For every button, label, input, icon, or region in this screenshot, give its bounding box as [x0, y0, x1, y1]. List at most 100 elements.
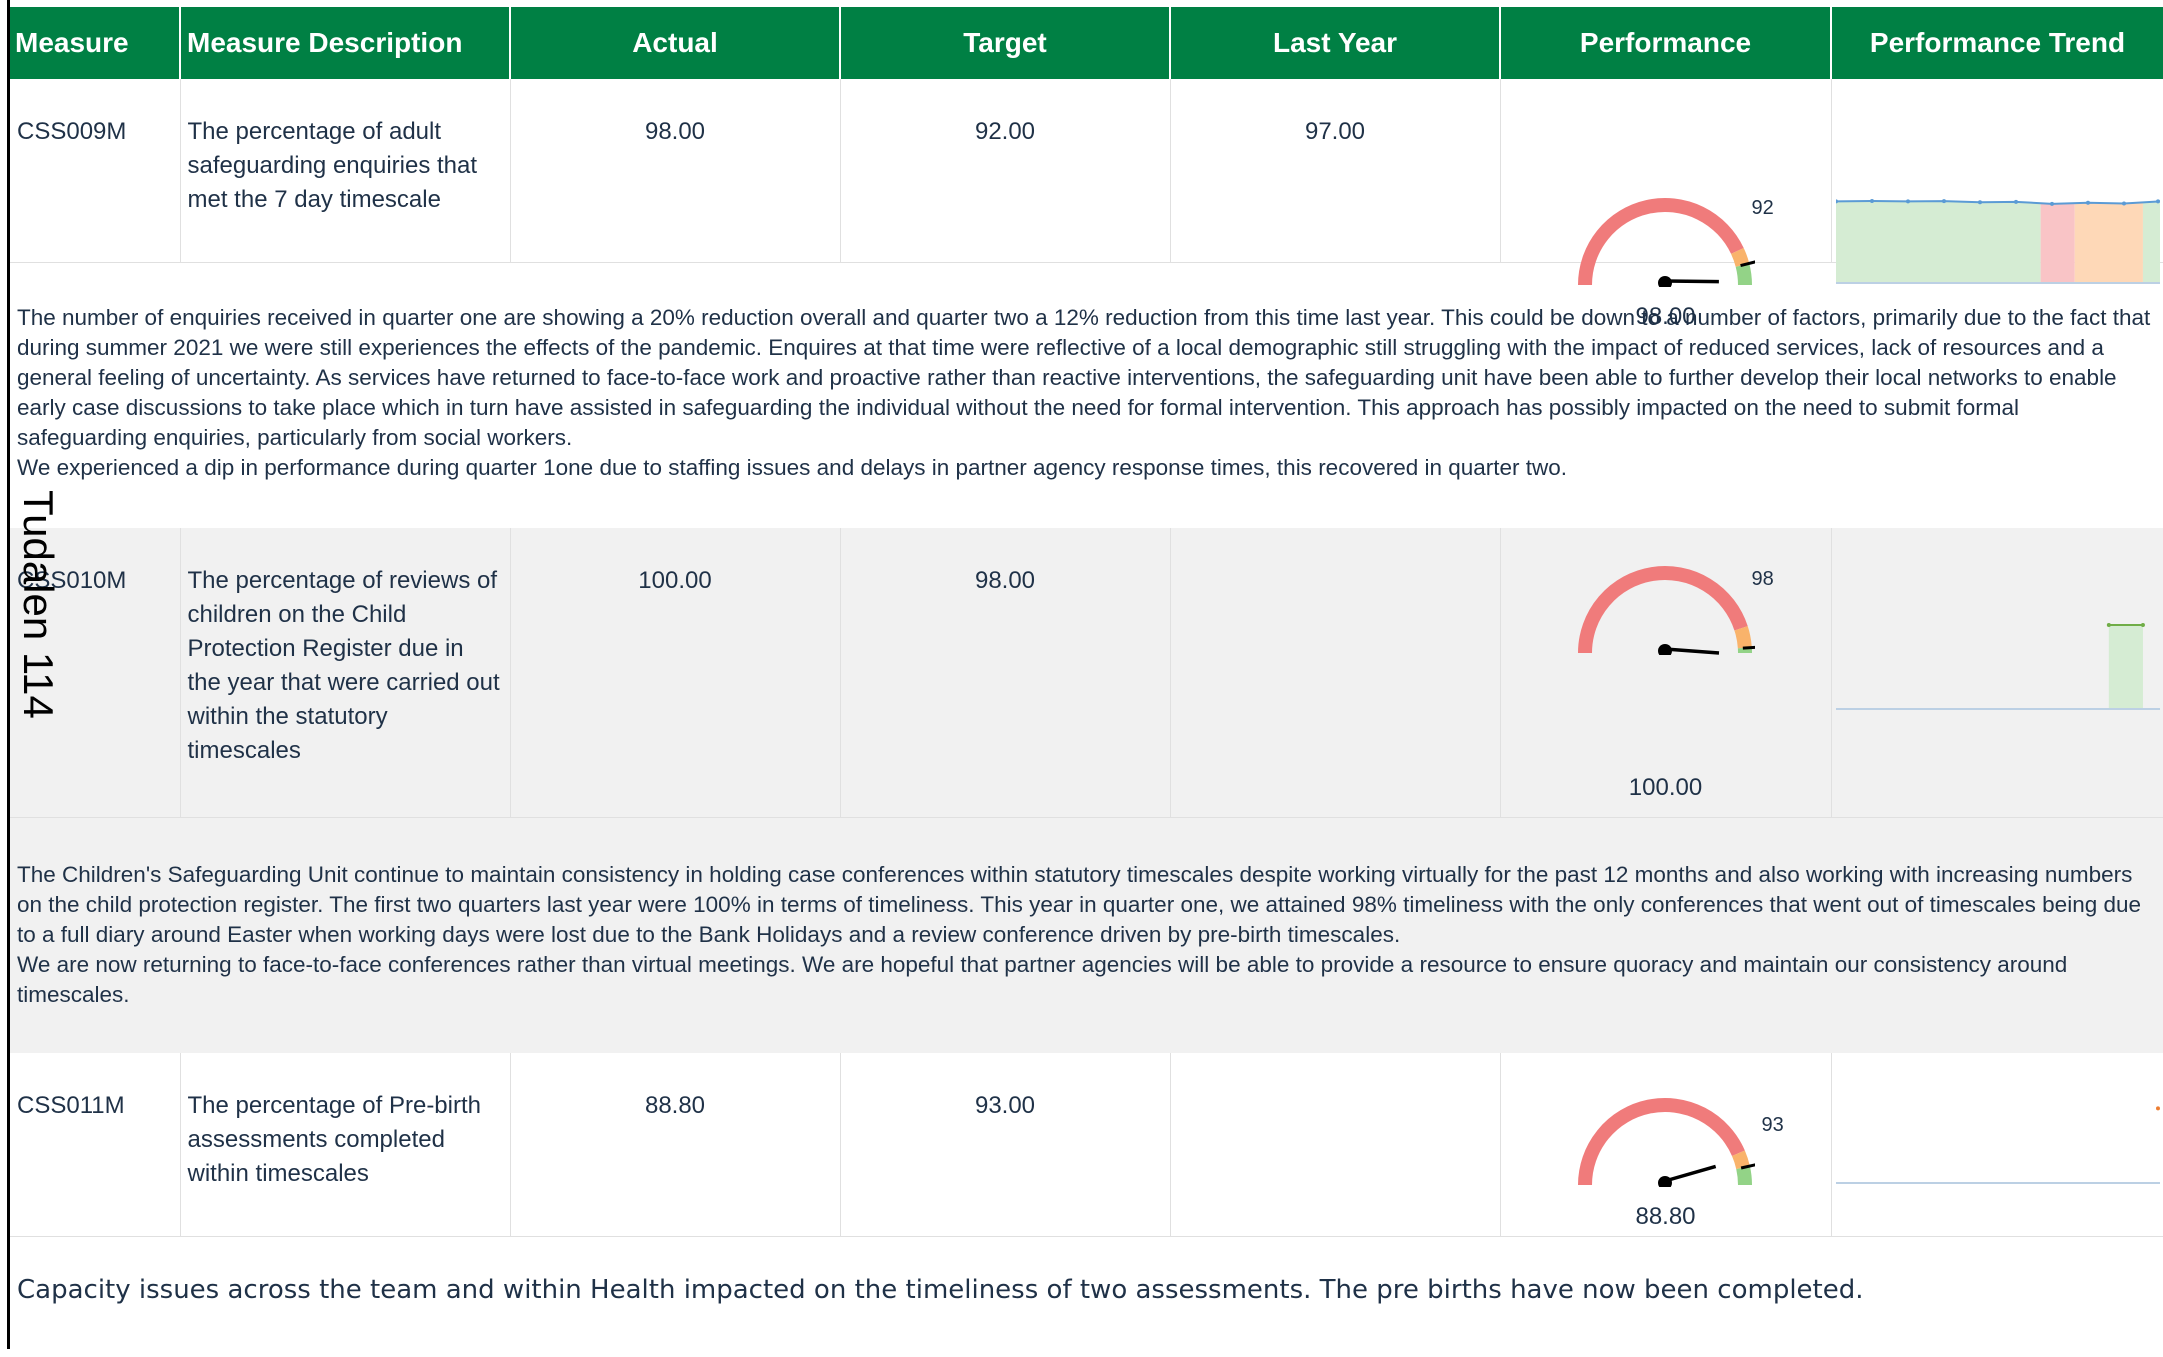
commentary-row: Capacity issues across the team and with…	[9, 1237, 2163, 1357]
gauge-needle	[1665, 649, 1719, 653]
actual-cell: 88.80	[510, 1053, 840, 1237]
gauge-value-label: 88.80	[1501, 1200, 1831, 1234]
trend-point	[1978, 200, 1982, 204]
last-year-cell	[1170, 528, 1500, 818]
trend-point	[2156, 1106, 2160, 1110]
header-trend: Performance Trend	[1831, 7, 2163, 79]
measure-row: CSS011M The percentage of Pre-birth asse…	[9, 1053, 2163, 1237]
commentary-cell: The Children's Safeguarding Unit continu…	[9, 818, 2163, 1054]
trend-point	[2156, 199, 2160, 203]
header-last-year: Last Year	[1170, 7, 1500, 79]
performance-gauge	[1575, 197, 1755, 287]
target-value: 93.00	[841, 1053, 1170, 1123]
measure-description-cell: The percentage of adult safeguarding enq…	[180, 79, 510, 263]
gauge-target-label: 92	[1752, 191, 1774, 225]
performance-gauge	[1575, 1097, 1755, 1187]
measure-description-cell: The percentage of reviews of children on…	[180, 528, 510, 818]
gauge-red-band	[1585, 205, 1737, 285]
trend-point	[2086, 201, 2090, 205]
actual-cell: 100.00	[510, 528, 840, 818]
last-year-cell: 97.00	[1170, 79, 1500, 263]
commentary-text: The Children's Safeguarding Unit continu…	[9, 818, 2163, 1010]
header-measure: Measure	[9, 7, 180, 79]
commentary-cell: The number of enquiries received in quar…	[9, 263, 2163, 529]
last-year-value	[1171, 1053, 1500, 1089]
trend-chart	[1836, 197, 2160, 287]
measure-code: CSS009M	[9, 79, 180, 149]
last-year-value	[1171, 528, 1500, 564]
measure-code: CSS011M	[9, 1053, 180, 1123]
gauge-needle-hub	[1658, 644, 1672, 655]
gauge-red-band	[1585, 1105, 1738, 1185]
gauge-target-label: 98	[1752, 562, 1774, 596]
gauge-value-label: 98.00	[1501, 300, 1831, 334]
trend-point	[2014, 200, 2018, 204]
target-value: 98.00	[841, 528, 1170, 598]
trend-cell	[1831, 79, 2163, 263]
target-value: 92.00	[841, 79, 1170, 149]
commentary-row: The number of enquiries received in quar…	[9, 263, 2163, 529]
target-cell: 92.00	[840, 79, 1170, 263]
trend-point	[2106, 623, 2110, 627]
measure-row: CSS009M The percentage of adult safeguar…	[9, 79, 2163, 263]
actual-value: 100.00	[511, 528, 840, 598]
commentary-paragraph: The Children's Safeguarding Unit continu…	[17, 860, 2155, 950]
measure-code-cell: CSS011M	[9, 1053, 180, 1237]
measure-description: The percentage of Pre-birth assessments …	[181, 1053, 510, 1191]
trend-cell	[1831, 528, 2163, 818]
measure-code-cell: CSS009M	[9, 79, 180, 263]
commentary-text: Capacity issues across the team and with…	[9, 1237, 2163, 1305]
performance-gauge	[1575, 565, 1755, 655]
commentary-paragraph: Capacity issues across the team and with…	[17, 1275, 2155, 1305]
trend-cell	[1831, 1053, 2163, 1237]
trend-point	[2140, 623, 2144, 627]
header-performance: Performance	[1500, 7, 1831, 79]
last-year-cell	[1170, 1053, 1500, 1237]
performance-table: Measure Measure Description Actual Targe…	[9, 7, 2163, 1357]
gauge-amber-band	[1738, 1153, 1743, 1167]
gauge-needle	[1665, 1166, 1716, 1181]
trend-area-segment	[2040, 203, 2074, 283]
measure-row: CSS010M The percentage of reviews of chi…	[9, 528, 2163, 818]
gauge-needle-hub	[1658, 276, 1672, 287]
measure-description-cell: The percentage of Pre-birth assessments …	[180, 1053, 510, 1237]
gauge-value-label: 100.00	[1501, 771, 1831, 805]
commentary-paragraph: We are now returning to face-to-face con…	[17, 950, 2155, 1010]
gauge-amber-band	[1741, 628, 1745, 648]
actual-value: 88.80	[511, 1053, 840, 1123]
commentary-paragraph: The number of enquiries received in quar…	[17, 303, 2155, 453]
commentary-text: The number of enquiries received in quar…	[9, 263, 2163, 483]
gauge-needle-hub	[1658, 1176, 1672, 1187]
measure-description: The percentage of reviews of children on…	[181, 528, 510, 768]
actual-cell: 98.00	[510, 79, 840, 263]
trend-area-segment	[2142, 201, 2159, 283]
trend-chart	[1836, 623, 2160, 713]
trend-point	[1870, 199, 1874, 203]
gauge-target-label: 93	[1762, 1108, 1784, 1142]
commentary-cell: Capacity issues across the team and with…	[9, 1237, 2163, 1357]
gauge-needle	[1665, 281, 1719, 282]
performance-cell: 93 88.80	[1500, 1053, 1831, 1237]
trend-point	[2122, 202, 2126, 206]
header-target: Target	[840, 7, 1170, 79]
gauge-red-band	[1585, 573, 1741, 653]
gauge-target-tick	[1742, 647, 1754, 648]
trend-point	[2050, 202, 2054, 206]
commentary-paragraph: We experienced a dip in performance duri…	[17, 453, 2155, 483]
header-actual: Actual	[510, 7, 840, 79]
actual-value: 98.00	[511, 79, 840, 149]
performance-cell: 98 100.00	[1500, 528, 1831, 818]
commentary-row: The Children's Safeguarding Unit continu…	[9, 818, 2163, 1054]
trend-area-segment	[2108, 625, 2142, 709]
left-border	[7, 0, 10, 1349]
header-row: Measure Measure Description Actual Targe…	[9, 7, 2163, 79]
target-cell: 93.00	[840, 1053, 1170, 1237]
trend-area-segment	[1836, 201, 2041, 283]
page-watermark: Tudalen 114	[14, 490, 62, 719]
gauge-amber-band	[1737, 251, 1742, 265]
measure-description: The percentage of adult safeguarding enq…	[181, 79, 510, 217]
last-year-value: 97.00	[1171, 79, 1500, 149]
gauge-green-band	[1743, 1168, 1745, 1185]
target-cell: 98.00	[840, 528, 1170, 818]
header-description: Measure Description	[180, 7, 510, 79]
